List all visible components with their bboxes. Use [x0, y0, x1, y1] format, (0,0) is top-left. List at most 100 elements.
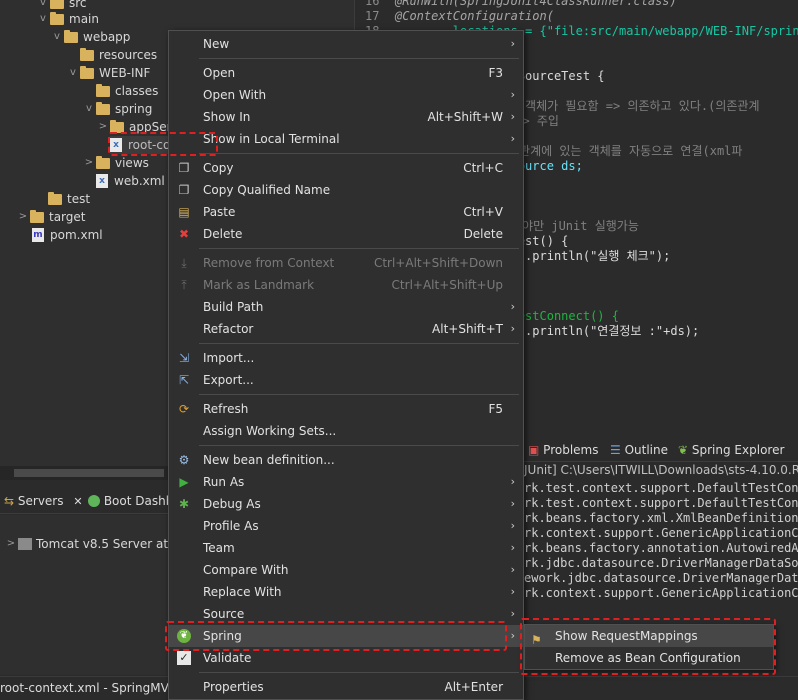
menu-item-refactor[interactable]: Refactor Alt+Shift+T › [169, 318, 523, 340]
menu-item-properties[interactable]: Properties Alt+Enter [169, 676, 523, 698]
tab-spring-label: Spring Explorer [691, 443, 785, 457]
submenu-arrow-icon: › [510, 629, 515, 642]
menu-item-debug-as[interactable]: ✱ Debug As › [169, 493, 523, 515]
menu-item-open[interactable]: Open F3 [169, 62, 523, 84]
tree-item-main[interactable]: v main [36, 10, 99, 28]
tab-problems[interactable]: ▣ Problems [528, 438, 598, 462]
expand-arrow-icon[interactable]: v [50, 28, 64, 46]
expand-arrow-icon[interactable]: > [96, 118, 110, 136]
submenu-item-remove-as-bean-configuration[interactable]: Remove as Bean Configuration [525, 647, 773, 669]
menu-item-refresh[interactable]: ⟳ Refresh F5 [169, 398, 523, 420]
tab-servers[interactable]: ⇆ Servers ✕ [4, 488, 83, 514]
menu-item-source[interactable]: Source › [169, 603, 523, 625]
folder-icon [50, 11, 64, 25]
tree-item-appservlet[interactable]: > appSer [96, 118, 172, 136]
debug-icon: ✱ [178, 497, 190, 511]
tab-spring-explorer[interactable]: ❦ Spring Explorer [678, 438, 784, 462]
server-item-tomcat[interactable]: > Tomcat v8.5 Server at lo [4, 535, 183, 553]
tab-outline[interactable]: ☰ Outline [610, 438, 668, 462]
menu-item-copy-qualified-name[interactable]: ❐ Copy Qualified Name [169, 179, 523, 201]
console-line: rk.jdbc.datasource.DriverManagerDataSou [524, 556, 798, 570]
problems-icon: ▣ [528, 443, 540, 457]
console-line: ework.jdbc.datasource.DriverManagerData [524, 571, 798, 585]
tree-item-target[interactable]: > target [16, 208, 86, 226]
console-line: rk.context.support.GenericApplicationCo [524, 526, 798, 540]
submenu-arrow-icon: › [510, 585, 515, 598]
expand-arrow-icon[interactable]: > [16, 208, 30, 226]
menu-item-paste[interactable]: ▤ Paste Ctrl+V [169, 201, 523, 223]
menu-item-export[interactable]: ⇱ Export... [169, 369, 523, 391]
submenu-arrow-icon: › [510, 37, 515, 50]
tab-boot-dashboard[interactable]: Boot Dashb [88, 488, 173, 514]
menu-item-assign-working-sets[interactable]: Assign Working Sets... [169, 420, 523, 442]
menu-item-validate[interactable]: ✓ Validate [169, 647, 523, 669]
submenu-arrow-icon: › [510, 322, 515, 335]
export-icon: ⇱ [178, 373, 190, 387]
submenu-arrow-icon: › [510, 541, 515, 554]
tab-problems-label: Problems [543, 443, 599, 457]
spring-submenu: ⚑ Show RequestMappings Remove as Bean Co… [524, 624, 774, 670]
folder-icon [80, 65, 94, 79]
folder-icon [110, 119, 124, 133]
submenu-arrow-icon: › [510, 110, 515, 123]
tree-item-web-xml[interactable]: x web.xml [96, 172, 165, 190]
menu-item-new-bean-definition[interactable]: ⚙ New bean definition... [169, 449, 523, 471]
scrollbar-thumb[interactable] [14, 469, 164, 477]
expand-arrow-icon[interactable]: > [82, 154, 96, 172]
menu-item-remove-from-context[interactable]: ⤓ Remove from Context Ctrl+Alt+Shift+Dow… [169, 252, 523, 274]
expand-arrow-icon[interactable]: v [66, 64, 80, 82]
tree-item-label: WEB-INF [99, 66, 151, 80]
tree-item-label: root-co [128, 138, 171, 152]
tab-outline-label: Outline [624, 443, 669, 457]
menu-item-run-as[interactable]: ▶ Run As › [169, 471, 523, 493]
tree-item-webapp[interactable]: v webapp [50, 28, 130, 46]
tab-servers-label: Servers [17, 494, 64, 508]
close-icon[interactable]: ✕ [73, 495, 82, 508]
outline-icon: ☰ [610, 443, 621, 457]
submenu-arrow-icon: › [510, 519, 515, 532]
menu-item-team[interactable]: Team › [169, 537, 523, 559]
folder-icon [96, 83, 110, 97]
folder-icon [96, 155, 110, 169]
menu-item-build-path[interactable]: Build Path › [169, 296, 523, 318]
menu-item-show-in-local-terminal[interactable]: Show in Local Terminal › [169, 128, 523, 150]
console-line: rk.beans.factory.annotation.AutowiredAn [524, 541, 798, 555]
menu-item-spring[interactable]: ❦ Spring › [169, 625, 523, 647]
tree-item-web-inf[interactable]: v WEB-INF [66, 64, 150, 82]
tree-item-label: web.xml [114, 174, 165, 188]
tree-item-classes[interactable]: classes [82, 82, 158, 100]
submenu-item-show-requestmappings[interactable]: ⚑ Show RequestMappings [525, 625, 773, 647]
expand-arrow-icon[interactable]: > [4, 535, 18, 553]
submenu-arrow-icon: › [510, 88, 515, 101]
menu-item-new[interactable]: New › [169, 33, 523, 55]
console-tabbar: ▣ Problems ☰ Outline ❦ Spring Explorer [518, 438, 798, 462]
menu-item-copy[interactable]: ❐ Copy Ctrl+C [169, 157, 523, 179]
maven-file-icon: m [32, 228, 44, 242]
tree-item-pom-xml[interactable]: m pom.xml [32, 226, 103, 244]
expand-arrow-icon[interactable]: v [82, 100, 96, 118]
menu-item-show-in[interactable]: Show In Alt+Shift+W › [169, 106, 523, 128]
server-label: Tomcat v8.5 Server at lo [36, 537, 183, 551]
submenu-arrow-icon: › [510, 607, 515, 620]
expand-arrow-icon[interactable]: v [36, 10, 50, 28]
menu-item-replace-with[interactable]: Replace With › [169, 581, 523, 603]
copy-icon: ❐ [178, 161, 190, 175]
folder-icon [64, 29, 78, 43]
menu-item-open-with[interactable]: Open With › [169, 84, 523, 106]
console-header: JUnit] C:\Users\ITWILL\Downloads\sts-4.1… [524, 463, 798, 477]
xml-file-icon: x [96, 174, 108, 188]
boot-icon [88, 495, 100, 507]
menu-separator [199, 343, 519, 344]
servers-icon: ⇆ [4, 494, 15, 508]
tree-item-resources[interactable]: resources [66, 46, 157, 64]
menu-item-compare-with[interactable]: Compare With › [169, 559, 523, 581]
tree-item-spring[interactable]: v spring [82, 100, 152, 118]
tree-item-views[interactable]: > views [82, 154, 149, 172]
delete-icon: ✖ [178, 227, 190, 241]
xml-file-icon: x [110, 138, 122, 152]
menu-item-profile-as[interactable]: Profile As › [169, 515, 523, 537]
tree-item-test[interactable]: test [48, 190, 90, 208]
menu-item-mark-as-landmark[interactable]: ⤒ Mark as Landmark Ctrl+Alt+Shift+Up [169, 274, 523, 296]
menu-item-import[interactable]: ⇲ Import... [169, 347, 523, 369]
menu-item-delete[interactable]: ✖ Delete Delete [169, 223, 523, 245]
